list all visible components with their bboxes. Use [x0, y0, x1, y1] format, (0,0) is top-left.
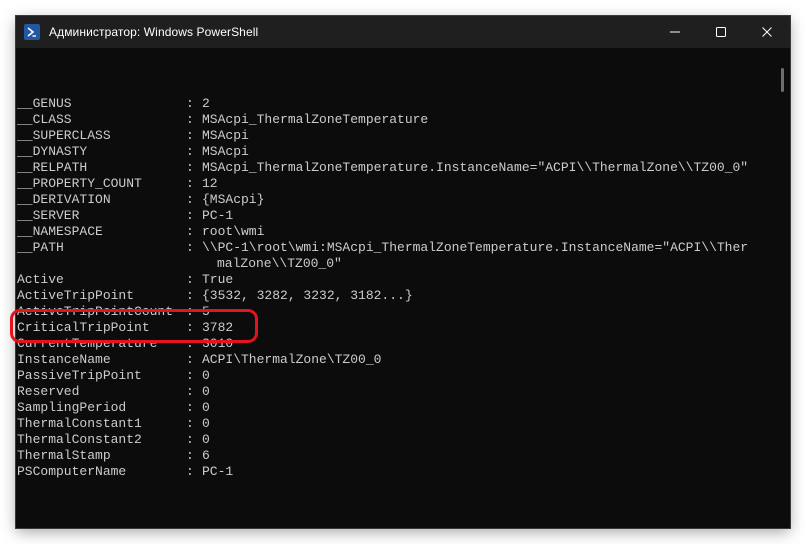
property-value: ACPI\ThermalZone\TZ00_0 — [202, 352, 382, 367]
maximize-icon — [716, 27, 726, 37]
property-value: MSAcpi — [202, 144, 249, 159]
property-name: ThermalConstant1 — [17, 416, 142, 431]
property-separator: : — [186, 400, 194, 415]
property-separator: : — [186, 432, 194, 447]
powershell-window: Администратор: Windows PowerShell __GENU… — [16, 16, 790, 528]
property-separator: : — [186, 464, 194, 479]
property-value: malZone\\TZ00_0" — [217, 256, 342, 271]
property-name: Reserved — [17, 384, 80, 399]
property-separator: : — [186, 208, 194, 223]
property-name: __PATH — [17, 240, 64, 255]
property-separator: : — [186, 224, 194, 239]
property-value: 2 — [202, 96, 210, 111]
property-value: {MSAcpi} — [202, 192, 265, 207]
minimize-button[interactable] — [652, 16, 698, 48]
property-name: __RELPATH — [17, 160, 88, 175]
property-name: __SUPERCLASS — [17, 128, 111, 143]
property-separator: : — [186, 416, 194, 431]
property-value: 0 — [202, 368, 210, 383]
property-value: \\PC-1\root\wmi:MSAcpi_ThermalZoneTemper… — [202, 240, 749, 255]
property-separator: : — [186, 384, 194, 399]
property-separator: : — [186, 272, 194, 287]
property-name: __GENUS — [17, 96, 72, 111]
property-name: Active — [17, 272, 64, 287]
property-name: ActiveTripPoint — [17, 288, 135, 303]
property-value: root\wmi — [202, 224, 265, 239]
property-separator: : — [186, 240, 194, 255]
property-value: 0 — [202, 432, 210, 447]
current-temperature-highlight — [10, 309, 258, 343]
property-name: SamplingPeriod — [17, 400, 127, 415]
property-name: PSComputerName — [17, 464, 127, 479]
property-name: ThermalStamp — [17, 448, 111, 463]
vertical-scrollbar[interactable] — [781, 68, 784, 92]
console-output[interactable]: __GENUS:2 __CLASS: MSAcpi_ThermalZoneTempe… — [17, 48, 767, 528]
property-separator: : — [186, 176, 194, 191]
property-separator: : — [186, 368, 194, 383]
property-separator: : — [186, 96, 194, 111]
property-separator: : — [186, 128, 194, 143]
property-value: MSAcpi — [202, 128, 249, 143]
property-value: MSAcpi_ThermalZoneTemperature — [202, 112, 429, 127]
minimize-icon — [670, 31, 680, 33]
property-value: MSAcpi_ThermalZoneTemperature.InstanceNa… — [202, 160, 749, 175]
window-controls — [652, 16, 790, 48]
property-value: 0 — [202, 400, 210, 415]
property-separator: : — [186, 160, 194, 175]
window-title: Администратор: Windows PowerShell — [49, 25, 259, 39]
property-name: __SERVER — [17, 208, 80, 223]
property-value: 12 — [202, 176, 218, 191]
property-value: 0 — [202, 384, 210, 399]
close-button[interactable] — [744, 16, 790, 48]
property-value: 0 — [202, 416, 210, 431]
property-value: 6 — [202, 448, 210, 463]
title-bar[interactable]: Администратор: Windows PowerShell — [16, 16, 790, 48]
property-name: __CLASS — [17, 112, 72, 127]
property-separator: : — [186, 352, 194, 367]
property-value: PC-1 — [202, 208, 234, 223]
close-icon — [762, 27, 772, 37]
property-separator: : — [186, 112, 194, 127]
property-name: ThermalConstant2 — [17, 432, 142, 447]
property-separator: : — [186, 448, 194, 463]
property-name: PassiveTripPoint — [17, 368, 142, 383]
property-value: {3532, 3282, 3232, 3182...} — [202, 288, 413, 303]
property-value: PC-1 — [202, 464, 234, 479]
maximize-button[interactable] — [698, 16, 744, 48]
property-value: True — [202, 272, 234, 287]
property-name: __NAMESPACE — [17, 224, 103, 239]
property-separator: : — [186, 144, 194, 159]
property-name: __DERIVATION — [17, 192, 111, 207]
property-name: InstanceName — [17, 352, 111, 367]
property-name: __PROPERTY_COUNT — [17, 176, 142, 191]
property-separator: : — [186, 288, 194, 303]
property-name: __DYNASTY — [17, 144, 88, 159]
powershell-icon — [24, 24, 40, 40]
property-separator: : — [186, 192, 194, 207]
